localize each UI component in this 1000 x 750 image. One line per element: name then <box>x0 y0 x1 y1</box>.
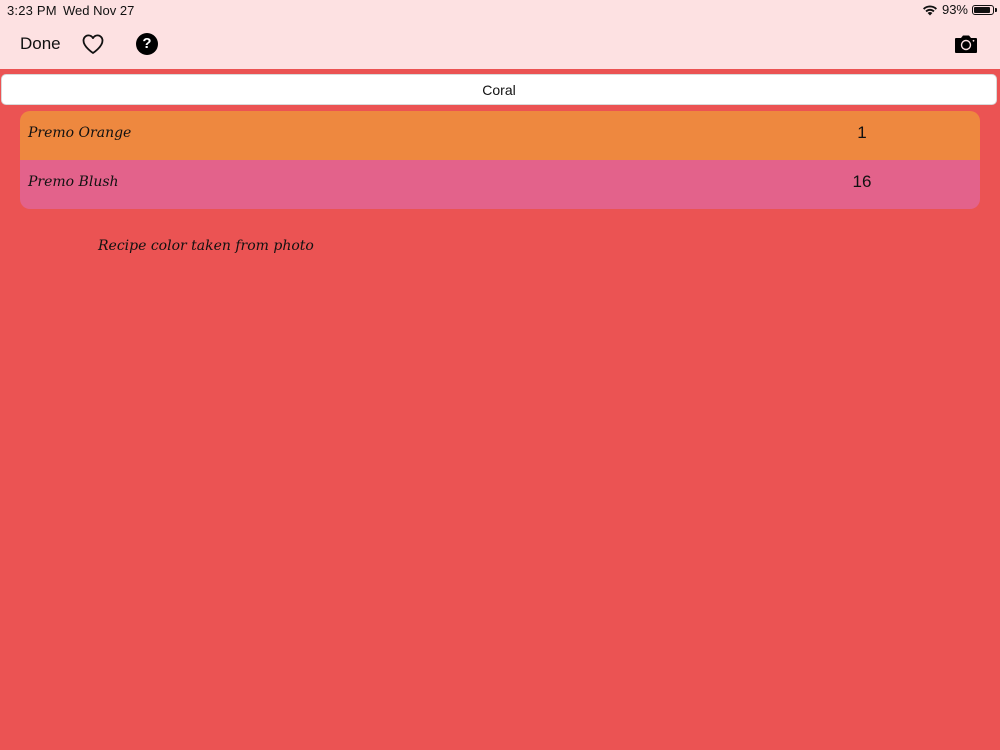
recipe-quantity[interactable]: 1 <box>850 123 874 143</box>
recipe-row-premo-blush[interactable]: Premo Blush 16 <box>20 160 980 209</box>
status-bar: 3:23 PM Wed Nov 27 93% <box>0 0 1000 20</box>
battery-fill <box>974 6 990 13</box>
camera-icon[interactable] <box>953 34 979 54</box>
recipe-note: Recipe color taken from photo <box>98 238 314 254</box>
done-button[interactable]: Done <box>20 34 61 54</box>
top-bar: 3:23 PM Wed Nov 27 93% Done ? <box>0 0 1000 69</box>
recipe-row-premo-orange[interactable]: Premo Orange 1 <box>20 111 980 160</box>
color-name-field[interactable]: Coral <box>1 74 997 105</box>
status-date: Wed Nov 27 <box>63 3 135 18</box>
recipe-quantity[interactable]: 16 <box>850 172 874 192</box>
recipe-color-name: Premo Blush <box>28 174 119 190</box>
battery-icon <box>972 4 997 15</box>
status-indicators: 93% <box>922 2 997 17</box>
wifi-icon <box>922 4 938 16</box>
battery-percent: 93% <box>941 2 968 17</box>
status-time: 3:23 PM <box>7 3 57 18</box>
recipe-table: Premo Orange 1 Premo Blush 16 <box>20 111 980 209</box>
heart-icon[interactable] <box>81 32 105 56</box>
nav-bar: Done ? <box>0 26 1000 64</box>
recipe-color-name: Premo Orange <box>28 125 132 141</box>
help-icon[interactable]: ? <box>136 33 158 55</box>
